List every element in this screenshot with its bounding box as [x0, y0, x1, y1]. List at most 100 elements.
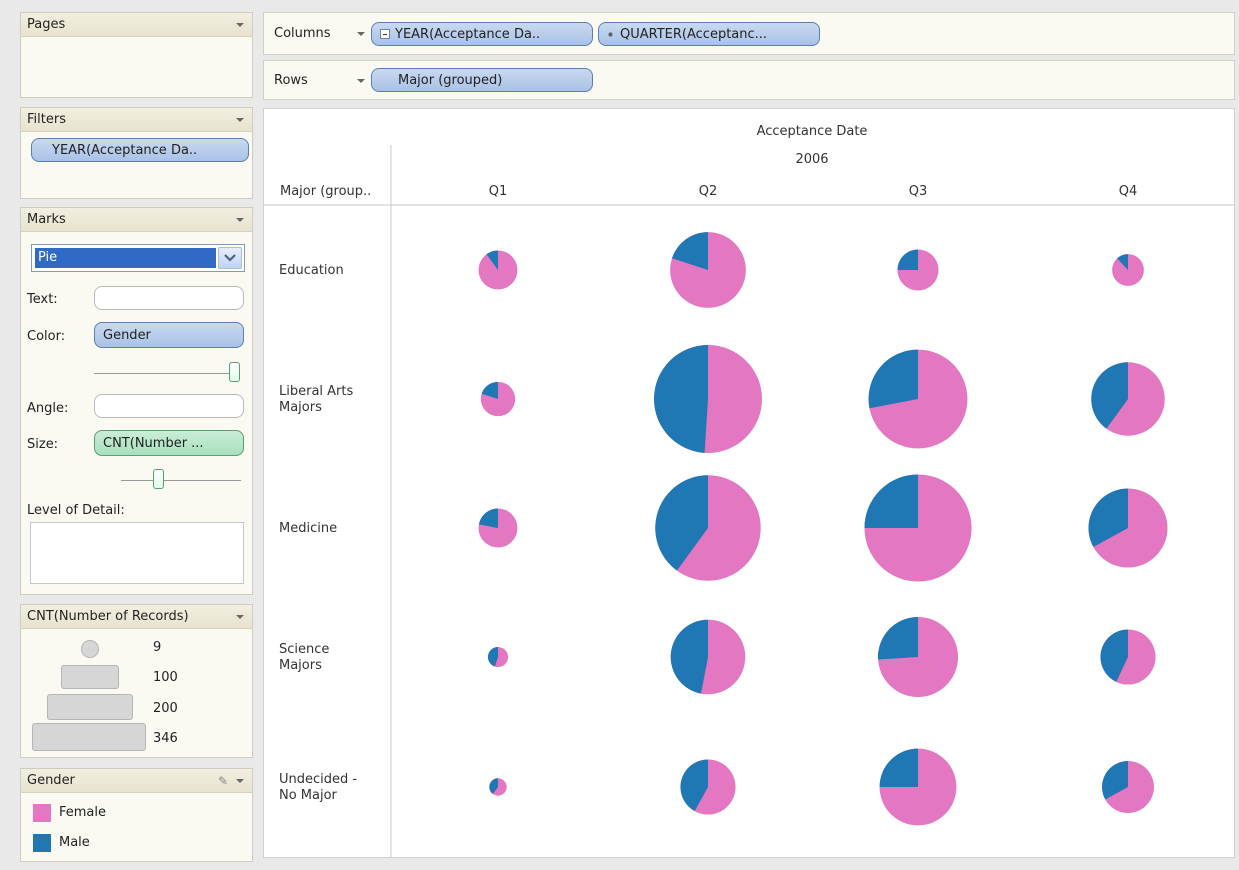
legend-label-male[interactable]: Male [59, 835, 90, 850]
column-header-q3[interactable]: Q3 [909, 184, 928, 199]
chart-title: Acceptance Date [757, 124, 868, 139]
color-pill-gender[interactable]: Gender [94, 322, 244, 348]
size-legend-header[interactable]: CNT(Number of Records) [21, 605, 252, 629]
level-of-detail-shelf[interactable] [30, 522, 244, 584]
legend-swatch-male[interactable] [33, 834, 51, 852]
pie-mark[interactable] [478, 508, 518, 548]
marks-card: Marks Pie Text: Color: Gender Angle: Siz… [20, 207, 253, 595]
pie-mark[interactable] [877, 616, 959, 698]
pie-mark[interactable] [1112, 254, 1144, 286]
pie-chart-grid: Acceptance Date 2006 Major (group.. Q1 Q2… [264, 124, 1234, 857]
size-legend-card: CNT(Number of Records) 9 100 200 346 [20, 604, 253, 758]
pie-mark[interactable] [1102, 761, 1154, 813]
columns-shelf[interactable]: Columns YEAR(Acceptance Da.. QUARTER(Acc… [263, 12, 1235, 55]
row-header[interactable]: Science Majors [279, 642, 329, 673]
pie-mark[interactable] [680, 759, 736, 815]
columns-pill-quarter[interactable]: QUARTER(Acceptanc... [598, 22, 820, 46]
dropdown-chevron-icon[interactable] [218, 247, 242, 269]
pie-mark[interactable] [489, 778, 507, 796]
pie-slice-male[interactable] [864, 474, 918, 528]
size-legend-shape-200 [47, 694, 133, 720]
pie-mark[interactable] [1091, 362, 1165, 436]
pie-slice-male[interactable] [654, 345, 708, 453]
size-legend-label: 100 [153, 670, 178, 685]
marks-header[interactable]: Marks [21, 208, 252, 232]
color-pill-label: Gender [103, 327, 151, 343]
pie-mark[interactable] [864, 474, 972, 582]
filter-pill-year[interactable]: YEAR(Acceptance Da.. [31, 138, 249, 162]
viz-view[interactable]: Acceptance Date 2006 Major (group.. Q1 Q2… [263, 108, 1235, 858]
rows-shelf-label: Rows [274, 72, 308, 88]
expand-icon[interactable] [608, 31, 613, 37]
size-legend-shape-346 [32, 723, 146, 751]
pie-mark[interactable] [487, 646, 509, 668]
columns-pill-year[interactable]: YEAR(Acceptance Da.. [371, 22, 593, 46]
pages-card: Pages [20, 12, 253, 98]
rows-menu-icon[interactable] [357, 79, 365, 83]
marks-menu-icon[interactable] [236, 217, 244, 222]
pie-slice-male[interactable] [897, 249, 918, 270]
columns-pill-quarter-label: QUARTER(Acceptanc... [620, 26, 768, 42]
size-legend-label: 346 [153, 731, 178, 746]
legend-label-female[interactable]: Female [59, 805, 106, 820]
filters-card: Filters YEAR(Acceptance Da.. [20, 107, 253, 199]
columns-pill-year-label: YEAR(Acceptance Da.. [395, 26, 541, 42]
pie-mark[interactable] [868, 349, 968, 449]
pie-slice-male[interactable] [670, 619, 708, 694]
lod-label: Level of Detail: [27, 503, 125, 518]
color-field-label: Color: [27, 329, 66, 344]
column-header-q1[interactable]: Q1 [489, 184, 508, 199]
row-header[interactable]: Education [279, 263, 344, 278]
pie-mark[interactable] [879, 748, 957, 826]
size-pill-label: CNT(Number ... [103, 435, 204, 451]
color-slider-thumb[interactable] [229, 362, 240, 382]
collapse-icon[interactable] [380, 29, 390, 39]
pages-header[interactable]: Pages [21, 13, 252, 37]
gender-legend-menu-icon[interactable] [236, 778, 244, 783]
size-legend-shape-9 [81, 640, 99, 658]
size-slider-thumb[interactable] [153, 469, 164, 489]
pie-mark[interactable] [655, 475, 761, 581]
pie-mark[interactable] [897, 249, 939, 291]
size-slider-track[interactable] [121, 480, 241, 481]
size-legend-shape-100 [61, 665, 119, 689]
filters-menu-icon[interactable] [236, 117, 244, 122]
mark-type-dropdown[interactable]: Pie [31, 244, 245, 272]
column-header-q2[interactable]: Q2 [699, 184, 718, 199]
row-header[interactable]: Undecided -No Major [279, 772, 357, 803]
row-header[interactable]: Medicine [279, 521, 337, 536]
color-slider-track[interactable] [94, 373, 234, 374]
edit-colors-icon[interactable]: ✎ [218, 774, 228, 788]
columns-shelf-label: Columns [274, 26, 331, 41]
pie-mark[interactable] [1088, 488, 1168, 568]
year-header: 2006 [795, 152, 828, 167]
pie-mark[interactable] [670, 232, 746, 308]
column-header-q4[interactable]: Q4 [1119, 184, 1138, 199]
angle-shelf[interactable] [94, 394, 244, 418]
pie-mark[interactable] [480, 381, 516, 417]
size-pill-count[interactable]: CNT(Number ... [94, 430, 244, 456]
pie-mark[interactable] [1100, 629, 1156, 685]
gender-legend-card: Gender ✎ Female Male [20, 768, 253, 862]
pie-mark[interactable] [670, 619, 746, 695]
pages-menu-icon[interactable] [236, 22, 244, 27]
gender-legend-header[interactable]: Gender ✎ [21, 769, 252, 793]
pie-mark[interactable] [654, 345, 762, 453]
rows-shelf[interactable]: Rows Major (grouped) [263, 60, 1235, 100]
size-legend-title: CNT(Number of Records) [27, 609, 189, 624]
gender-legend-title: Gender [27, 773, 75, 788]
size-legend-menu-icon[interactable] [236, 614, 244, 619]
pie-slice-male[interactable] [877, 616, 918, 660]
filters-header[interactable]: Filters [21, 108, 252, 132]
columns-menu-icon[interactable] [357, 32, 365, 36]
mark-type-selected: Pie [35, 248, 216, 268]
pie-slice-male[interactable] [879, 748, 918, 787]
pie-mark[interactable] [478, 250, 518, 290]
pie-slice-male[interactable] [868, 349, 918, 409]
text-shelf[interactable] [94, 286, 244, 310]
size-legend-label: 9 [153, 640, 162, 655]
rows-pill-major[interactable]: Major (grouped) [371, 68, 593, 92]
row-header[interactable]: Liberal Arts Majors [279, 384, 353, 415]
legend-swatch-female[interactable] [33, 804, 51, 822]
mark-type-label: Pie [38, 250, 58, 265]
